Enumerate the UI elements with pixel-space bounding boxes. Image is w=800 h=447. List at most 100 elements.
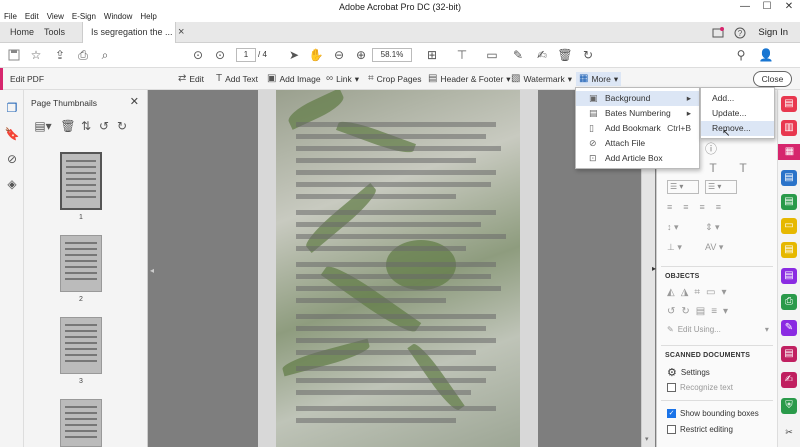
text-size-icon[interactable]: T [735,160,751,176]
share-link-icon[interactable]: ⚲ [733,47,749,63]
close-window-button[interactable]: ✕ [778,0,800,14]
page-thumbnail-3[interactable] [60,317,102,374]
alignment-icons[interactable]: ≡≡≡≡ [667,202,732,212]
line-spacing-icon[interactable]: ↕ ▾ [667,222,679,233]
menu-item-add-bookmark[interactable]: ▯ Add Bookmark Ctrl+B [576,121,699,136]
header-footer-tool[interactable]: ▤ Header & Footer ▾ [428,72,511,86]
zoom-level-select[interactable]: 58.1% [372,48,412,62]
bullet-list-select[interactable]: ☰ ▾ [667,180,699,194]
menu-item-add-article-box[interactable]: ⊡ Add Article Box [576,151,699,166]
pdf-page[interactable] [276,90,520,447]
page-thumbnails-icon[interactable]: ❐ [4,100,20,116]
page-thumbnail-4[interactable] [60,399,102,447]
menu-item-bates-numbering[interactable]: ▤ Bates Numbering ▸ [576,106,699,121]
text-format-icon[interactable]: T [705,160,721,176]
collapse-left-panel-icon[interactable]: ◂ [150,266,154,275]
zoom-in-icon[interactable]: ⊕ [353,47,369,63]
menu-help[interactable]: Help [136,8,160,22]
notifications-icon[interactable] [710,25,726,41]
rotate-left-icon[interactable]: ↺ [96,118,112,134]
tab-document[interactable]: Is segregation the ... [82,22,176,43]
previous-page-icon[interactable]: ⊙ [190,47,206,63]
comment-tool-icon[interactable]: ▭ [781,218,797,234]
thumbnail-options-icon[interactable]: ▤▾ [32,118,54,134]
scroll-down-icon[interactable]: ▾ [645,435,649,443]
crop-pages-tool[interactable]: ⌗ Crop Pages [368,72,422,86]
scroll-mode-icon[interactable]: ⊤ [454,47,470,63]
settings-button[interactable]: ⚙ Settings [667,366,710,379]
help-icon[interactable]: ? [732,25,748,41]
restrict-editing-checkbox[interactable] [667,425,676,434]
menu-item-background[interactable]: ▣ Background ▸ [576,91,699,106]
shield-icon[interactable]: ⛨ [781,398,797,414]
paragraph-spacing-icon[interactable]: ⇕ ▾ [705,222,720,233]
sign-in-button[interactable]: Sign In [758,27,788,38]
submenu-item-add[interactable]: Add... [701,91,774,106]
extract-page-icon[interactable]: ⇅ [78,118,94,134]
organize-pages-icon[interactable]: ▤ [781,194,797,210]
tab-tools[interactable]: Tools [36,22,73,43]
restrict-editing-option[interactable]: Restrict editing [667,425,733,434]
scan-ocr-icon[interactable]: ▤ [781,242,797,258]
more-tool[interactable]: ▦ More ▾ [576,72,622,86]
export-pdf-icon[interactable]: ▤ [781,170,797,186]
recognize-text-option[interactable]: Recognize text [667,383,733,392]
show-bounding-boxes-checkbox[interactable]: ✓ [667,409,676,418]
print-production-icon[interactable]: ⎙ [781,294,797,310]
search-icon[interactable]: ⌕ [97,47,113,63]
protect-icon[interactable]: ▤ [781,268,797,284]
fit-page-icon[interactable]: ⊞ [424,47,440,63]
attachments-icon[interactable]: ⊘ [4,151,20,167]
link-tool[interactable]: ∞ Link ▾ [326,72,359,86]
close-edit-button[interactable]: Close [753,71,792,87]
comment-icon[interactable]: ▭ [484,47,500,63]
delete-page-icon[interactable]: 🗑 [60,118,76,134]
tab-close-icon[interactable]: × [178,26,184,38]
bookmark-star-icon[interactable]: ☆ [28,47,44,63]
request-signature-icon[interactable]: ✍ [781,372,797,388]
recognize-text-checkbox[interactable] [667,383,676,392]
sign-icon[interactable]: ✍ [534,47,550,63]
edit-tool[interactable]: ⇄ Edit [178,72,204,86]
redact-icon[interactable]: ▤ [781,346,797,362]
hand-tool-icon[interactable]: ✋ [308,47,324,63]
zoom-out-icon[interactable]: ⊖ [331,47,347,63]
rotate-icon[interactable]: ↻ [580,47,596,63]
edit-pdf-tool-icon[interactable]: ▦ [778,144,800,160]
maximize-button[interactable]: ☐ [756,0,778,14]
combine-files-icon[interactable]: ▥ [781,120,797,136]
menu-file[interactable]: File [0,8,21,22]
highlight-pen-icon[interactable]: ✎ [510,47,526,63]
delete-icon[interactable]: 🗑 [557,47,573,63]
minimize-button[interactable]: — [734,0,756,14]
page-number-input[interactable]: 1 [236,48,256,62]
edit-using-button[interactable]: ✎ Edit Using... ▾ [667,325,769,334]
numbered-list-select[interactable]: ☰ ▾ [705,180,737,194]
add-image-tool[interactable]: ▣ Add Image [267,72,321,86]
rotate-right-icon[interactable]: ↻ [114,118,130,134]
select-cursor-icon[interactable]: ➤ [286,47,302,63]
menu-esign[interactable]: E-Sign [68,8,100,22]
save-icon[interactable] [6,47,22,63]
menu-view[interactable]: View [43,8,68,22]
menu-item-attach-file[interactable]: ⊘ Attach File [576,136,699,151]
print-icon[interactable]: ⎙ [75,47,91,63]
create-pdf-icon[interactable]: ▤ [781,96,797,112]
close-panel-icon[interactable]: ✕ [130,95,139,108]
show-bounding-boxes-option[interactable]: ✓ Show bounding boxes [667,409,759,418]
upload-icon[interactable]: ⇪ [52,47,68,63]
submenu-item-update[interactable]: Update... [701,106,774,121]
format-help-icon[interactable]: ⓘ [703,140,719,156]
menu-window[interactable]: Window [100,8,136,22]
layers-icon[interactable]: ◈ [4,176,20,192]
share-user-icon[interactable]: 👤 [758,47,774,63]
next-page-icon[interactable]: ⊙ [212,47,228,63]
more-tools-icon[interactable]: ✂ [781,424,797,440]
watermark-tool[interactable]: ▧ Watermark ▾ [511,72,572,86]
page-thumbnail-2[interactable] [60,235,102,292]
page-thumbnail-1[interactable] [60,152,102,210]
submenu-item-remove[interactable]: Remove... [701,121,774,136]
fill-sign-icon[interactable]: ✎ [781,320,797,336]
character-spacing-icon[interactable]: AV ▾ [705,242,723,253]
add-text-tool[interactable]: T Add Text [216,72,258,86]
